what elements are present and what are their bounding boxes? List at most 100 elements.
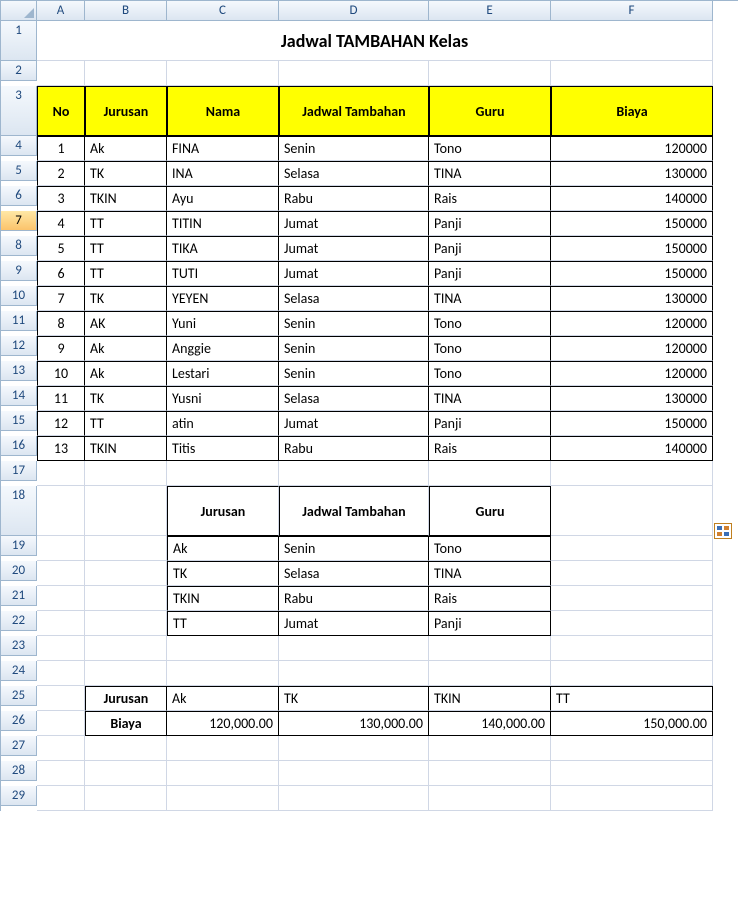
row-header[interactable]: 6 bbox=[1, 186, 37, 206]
cell[interactable] bbox=[551, 611, 713, 636]
row-header[interactable]: 22 bbox=[1, 611, 37, 631]
cell[interactable] bbox=[37, 61, 85, 86]
row-header[interactable]: 12 bbox=[1, 336, 37, 356]
row-header[interactable]: 21 bbox=[1, 586, 37, 606]
cell-guru[interactable]: Tono bbox=[429, 136, 551, 161]
cell-jadwal[interactable]: Selasa bbox=[279, 161, 429, 186]
row-header[interactable]: 19 bbox=[1, 536, 37, 556]
table-header[interactable]: No bbox=[37, 86, 85, 136]
cell-biaya[interactable]: 120000 bbox=[551, 336, 713, 361]
cell[interactable] bbox=[429, 786, 551, 811]
cell-nama[interactable]: Anggie bbox=[167, 336, 279, 361]
cell-jurusan[interactable]: Ak bbox=[85, 136, 167, 161]
lookup-jadwal[interactable]: Selasa bbox=[279, 561, 429, 586]
row-header[interactable]: 27 bbox=[1, 736, 37, 756]
cell[interactable] bbox=[279, 761, 429, 786]
lookup-guru[interactable]: Rais bbox=[429, 586, 551, 611]
lookup-jadwal[interactable]: Rabu bbox=[279, 586, 429, 611]
cell-no[interactable]: 13 bbox=[37, 436, 85, 461]
cell-jadwal[interactable]: Rabu bbox=[279, 186, 429, 211]
cell-nama[interactable]: INA bbox=[167, 161, 279, 186]
lookup-jurusan[interactable]: TK bbox=[167, 561, 279, 586]
cell-biaya[interactable]: 150000 bbox=[551, 211, 713, 236]
cell-guru[interactable]: Panji bbox=[429, 411, 551, 436]
lookup-jadwal[interactable]: Senin bbox=[279, 536, 429, 561]
cell[interactable] bbox=[37, 561, 85, 586]
cell[interactable] bbox=[429, 461, 551, 486]
cell[interactable] bbox=[37, 736, 85, 761]
hlookup-label-biaya[interactable]: Biaya bbox=[85, 711, 167, 736]
cell[interactable] bbox=[551, 786, 713, 811]
cell-no[interactable]: 10 bbox=[37, 361, 85, 386]
cell-jadwal[interactable]: Jumat bbox=[279, 211, 429, 236]
cell[interactable] bbox=[429, 61, 551, 86]
row-header[interactable]: 2 bbox=[1, 61, 37, 81]
hlookup-biaya[interactable]: 130,000.00 bbox=[279, 711, 429, 736]
cell[interactable] bbox=[551, 636, 713, 661]
cell[interactable] bbox=[85, 761, 167, 786]
column-header[interactable]: F bbox=[551, 1, 713, 21]
cell-jadwal[interactable]: Selasa bbox=[279, 286, 429, 311]
column-header[interactable]: A bbox=[37, 1, 85, 21]
hlookup-jurusan[interactable]: TK bbox=[279, 686, 429, 711]
cell[interactable] bbox=[279, 461, 429, 486]
cell[interactable] bbox=[85, 736, 167, 761]
lookup-jurusan[interactable]: Ak bbox=[167, 536, 279, 561]
cell-nama[interactable]: YEYEN bbox=[167, 286, 279, 311]
cell[interactable] bbox=[85, 636, 167, 661]
cell-biaya[interactable]: 150000 bbox=[551, 236, 713, 261]
row-header[interactable]: 26 bbox=[1, 711, 37, 731]
cell-nama[interactable]: Ayu bbox=[167, 186, 279, 211]
cell[interactable] bbox=[551, 736, 713, 761]
cell-no[interactable]: 6 bbox=[37, 261, 85, 286]
cell-no[interactable]: 11 bbox=[37, 386, 85, 411]
cell-biaya[interactable]: 120000 bbox=[551, 136, 713, 161]
cell-no[interactable]: 7 bbox=[37, 286, 85, 311]
cell[interactable] bbox=[37, 761, 85, 786]
cell-guru[interactable]: Tono bbox=[429, 311, 551, 336]
cell[interactable] bbox=[551, 661, 713, 686]
cell[interactable] bbox=[551, 536, 713, 561]
cell-jurusan[interactable]: TT bbox=[85, 261, 167, 286]
cell[interactable] bbox=[167, 736, 279, 761]
cell-jadwal[interactable]: Jumat bbox=[279, 411, 429, 436]
cell-jurusan[interactable]: Ak bbox=[85, 336, 167, 361]
cell[interactable] bbox=[551, 561, 713, 586]
lookup-jadwal[interactable]: Jumat bbox=[279, 611, 429, 636]
cell-nama[interactable]: Yusni bbox=[167, 386, 279, 411]
cell-jurusan[interactable]: TT bbox=[85, 211, 167, 236]
hlookup-label-jurusan[interactable]: Jurusan bbox=[85, 686, 167, 711]
cell-jurusan[interactable]: Ak bbox=[85, 361, 167, 386]
cell-biaya[interactable]: 150000 bbox=[551, 261, 713, 286]
cell-nama[interactable]: Titis bbox=[167, 436, 279, 461]
cell[interactable] bbox=[279, 61, 429, 86]
cell[interactable] bbox=[85, 61, 167, 86]
hlookup-biaya[interactable]: 140,000.00 bbox=[429, 711, 551, 736]
spreadsheet[interactable]: ABCDEF1Jadwal TAMBAHAN Kelas23NoJurusanN… bbox=[0, 0, 738, 811]
cell-no[interactable]: 2 bbox=[37, 161, 85, 186]
hlookup-jurusan[interactable]: TT bbox=[551, 686, 713, 711]
cell[interactable] bbox=[429, 661, 551, 686]
row-header[interactable]: 24 bbox=[1, 661, 37, 681]
cell[interactable] bbox=[551, 586, 713, 611]
cell[interactable] bbox=[85, 461, 167, 486]
cell-jurusan[interactable]: AK bbox=[85, 311, 167, 336]
cell-biaya[interactable]: 130000 bbox=[551, 386, 713, 411]
row-header[interactable]: 13 bbox=[1, 361, 37, 381]
lookup-jurusan[interactable]: TKIN bbox=[167, 586, 279, 611]
cell-guru[interactable]: Rais bbox=[429, 186, 551, 211]
row-header[interactable]: 8 bbox=[1, 236, 37, 256]
cell-nama[interactable]: Yuni bbox=[167, 311, 279, 336]
cell[interactable] bbox=[279, 636, 429, 661]
lookup-header[interactable]: Jadwal Tambahan bbox=[279, 486, 429, 536]
table-header[interactable]: Biaya bbox=[551, 86, 713, 136]
table-header[interactable]: Jurusan bbox=[85, 86, 167, 136]
cell-no[interactable]: 1 bbox=[37, 136, 85, 161]
cell[interactable] bbox=[551, 461, 713, 486]
row-header[interactable]: 20 bbox=[1, 561, 37, 581]
cell-no[interactable]: 3 bbox=[37, 186, 85, 211]
cell[interactable] bbox=[37, 711, 85, 736]
lookup-header[interactable]: Jurusan bbox=[167, 486, 279, 536]
cell[interactable] bbox=[167, 61, 279, 86]
lookup-guru[interactable]: TINA bbox=[429, 561, 551, 586]
